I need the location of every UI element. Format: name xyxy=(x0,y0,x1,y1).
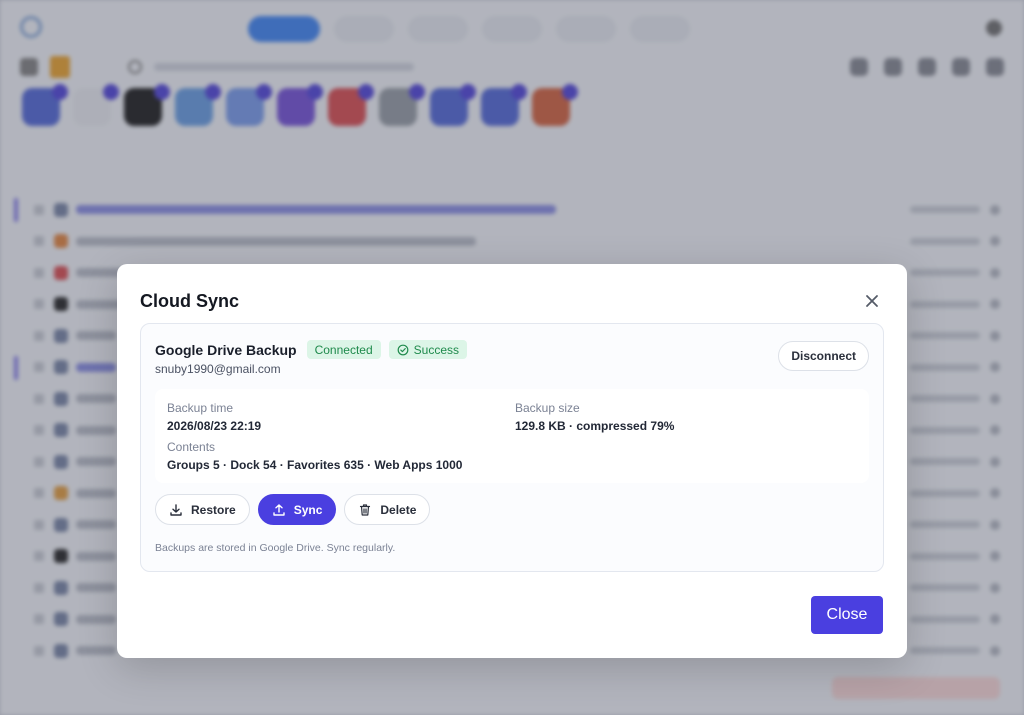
delete-button[interactable]: Delete xyxy=(344,494,431,525)
backup-provider-card: Google Drive Backup Connected Success sn… xyxy=(140,323,884,572)
contents-label: Contents xyxy=(167,440,216,454)
check-circle-icon xyxy=(397,344,409,355)
backup-details: Backup time 2026/08/23 22:19 Backup size… xyxy=(155,389,869,483)
backup-actions: Restore Sync Delete xyxy=(155,494,431,525)
sync-button[interactable]: Sync xyxy=(257,494,337,525)
disconnect-button[interactable]: Disconnect xyxy=(778,341,869,371)
restore-button-label: Restore xyxy=(191,502,236,517)
backup-time-value: 2026/08/23 22:19 xyxy=(167,419,262,433)
download-icon xyxy=(170,503,182,516)
close-icon[interactable] xyxy=(863,292,881,310)
sync-button-label: Sync xyxy=(293,502,323,517)
connected-badge-label: Connected xyxy=(314,342,373,357)
provider-name: Google Drive Backup xyxy=(155,341,297,358)
dialog-title: Cloud Sync xyxy=(140,291,240,311)
close-button[interactable]: Close xyxy=(811,596,883,634)
backup-size-label: Backup size xyxy=(515,401,580,415)
delete-button-label: Delete xyxy=(380,502,417,517)
provider-header: Google Drive Backup Connected Success xyxy=(155,340,467,359)
trash-icon xyxy=(360,503,371,516)
backup-time-label: Backup time xyxy=(167,401,234,415)
backup-size-value: 129.8 KB · compressed 79% xyxy=(515,419,675,433)
success-badge-label: Success xyxy=(413,342,459,357)
upload-icon xyxy=(272,503,285,516)
connected-badge: Connected xyxy=(306,340,381,359)
account-email: snuby1990@gmail.com xyxy=(155,362,281,376)
restore-button[interactable]: Restore xyxy=(155,494,250,525)
success-badge: Success xyxy=(388,340,467,359)
backup-hint: Backups are stored in Google Drive. Sync… xyxy=(155,542,396,554)
cloud-sync-dialog: Cloud Sync Google Drive Backup Connected… xyxy=(117,264,907,658)
contents-value: Groups 5 · Dock 54 · Favorites 635 · Web… xyxy=(167,458,463,472)
